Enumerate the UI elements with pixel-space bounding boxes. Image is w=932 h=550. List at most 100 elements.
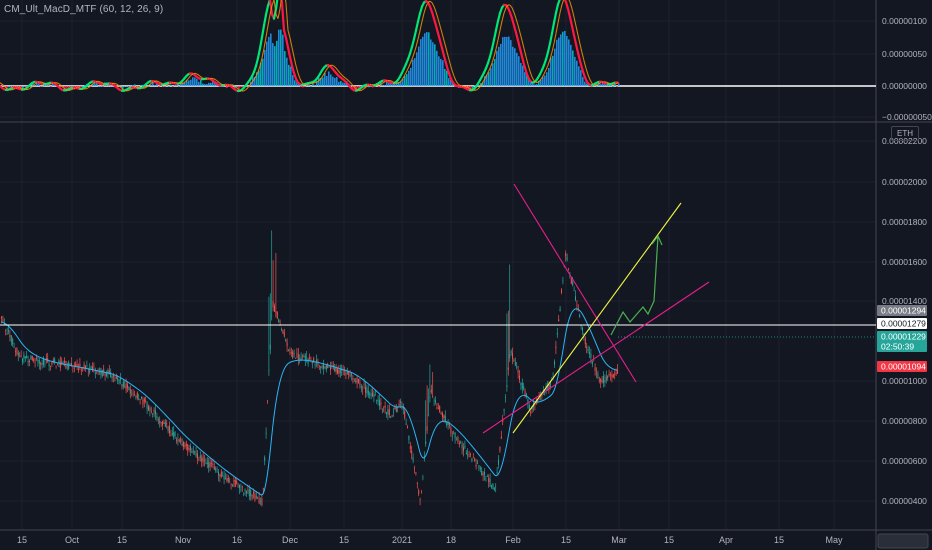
candle-body [198,459,200,460]
macd-histogram-bar [98,86,100,87]
currency-badge[interactable]: ETH [891,126,919,141]
candle-body [526,394,527,396]
candle-body [87,371,89,373]
candle-body [260,501,261,502]
chart-canvas[interactable]: 0.00000100 0.00000050 0.00000000 −0.0000005… [0,0,932,550]
candle-body [237,484,239,486]
candle-body [267,400,268,402]
candle-body [430,389,432,393]
price-pane[interactable] [0,230,876,507]
candle-body [467,454,469,456]
candle-body [171,433,173,435]
signal-line-segment [325,67,329,71]
candle-body [261,498,263,506]
candle-body [36,357,37,359]
signal-line-segment [213,78,217,81]
signal-line-segment [447,55,451,64]
candle-body [360,386,362,388]
trend-drawings[interactable] [482,183,710,434]
macd-histogram-bar [566,35,568,86]
macd-histogram-bar [46,85,48,86]
macd-histogram-bar [570,44,572,86]
candle-body [412,457,414,461]
candle-body [290,351,292,354]
signal-line-segment [407,63,411,69]
macd-histogram-bar [578,66,580,86]
macd-histogram-bar [392,84,394,86]
macd-histogram-bar [518,56,520,86]
candle-body [575,296,576,301]
candle-body [16,348,18,354]
candle-body [138,398,140,400]
candle-body [139,399,141,401]
signal-line-segment [55,82,59,84]
macd-axis-label: −0.00000050 [882,112,932,122]
time-axis[interactable]: 15 Oct 15 Nov 16 Dec 15 2021 18 Feb 15 Mar 15 Apr 15 Ma… [17,533,929,549]
signal-line-segment [19,87,23,89]
macd-line-segment [432,17,438,27]
macd-line-segment [516,39,522,50]
signal-line-segment [231,84,235,87]
macd-line-segment [572,34,578,46]
macd-histogram-bar [500,43,502,86]
macd-histogram-bar [226,86,228,88]
candle-body [362,389,364,390]
macd-axis-label: 0.00000050 [882,49,927,59]
signal-line-segment [545,65,549,71]
signal-line-segment [575,25,579,36]
macd-histogram-bar [110,85,112,87]
signal-line-segment [359,89,363,92]
candle-body [55,365,57,367]
macd-histogram-bar [286,57,288,86]
macd-histogram-bar [424,33,426,86]
candle-body [573,290,575,291]
candle-body [44,363,46,365]
macd-line-segment [434,24,440,35]
candle-body [337,368,338,374]
candle-body [216,471,218,472]
candle-body [24,356,26,359]
candle-body [498,459,499,465]
macd-histogram-bar [410,67,412,86]
candle-body [394,406,396,410]
candle-body [493,487,495,490]
macd-histogram-bar [330,74,332,86]
candle-body [57,364,58,365]
candle-body [582,327,583,331]
candle-body [415,472,417,474]
signal-line-segment [337,70,341,74]
price-axis[interactable]: 0.00000100 0.00000050 0.00000000 −0.0000005… [877,16,932,506]
signal-line-segment [335,67,339,71]
candle-body [328,367,330,368]
macd-line-segment [496,12,502,23]
price-tag: 0.00001229 [877,331,927,342]
candle-body [181,443,183,446]
time-axis-label: Apr [719,535,733,545]
macd-line-segment [518,47,524,58]
candle-body [232,484,233,486]
candle-body [565,252,567,257]
candle-body [118,379,120,384]
candle-body [22,358,23,363]
candle-body [240,489,242,490]
time-axis-label: Oct [65,535,80,545]
macd-histogram-bar [506,36,508,86]
signal-line-segment [405,68,409,74]
candle-body [390,416,392,418]
macd-histogram-bar [522,65,524,86]
signal-line-segment [495,39,499,49]
macd-histogram-bar [514,48,516,86]
macd-histogram-bar [40,86,42,87]
candle-body [478,465,480,468]
candle-body [580,325,582,327]
macd-histogram-bar [434,44,436,86]
macd-histogram-bar [100,86,102,87]
signal-line-segment [297,72,301,79]
candle-body [241,486,243,488]
candle-body [366,387,368,393]
signal-line-segment [605,81,609,84]
candle-body [80,369,82,371]
macd-histogram-bar [342,82,344,86]
macd-histogram-bar [416,52,418,86]
candle-body [484,471,485,475]
